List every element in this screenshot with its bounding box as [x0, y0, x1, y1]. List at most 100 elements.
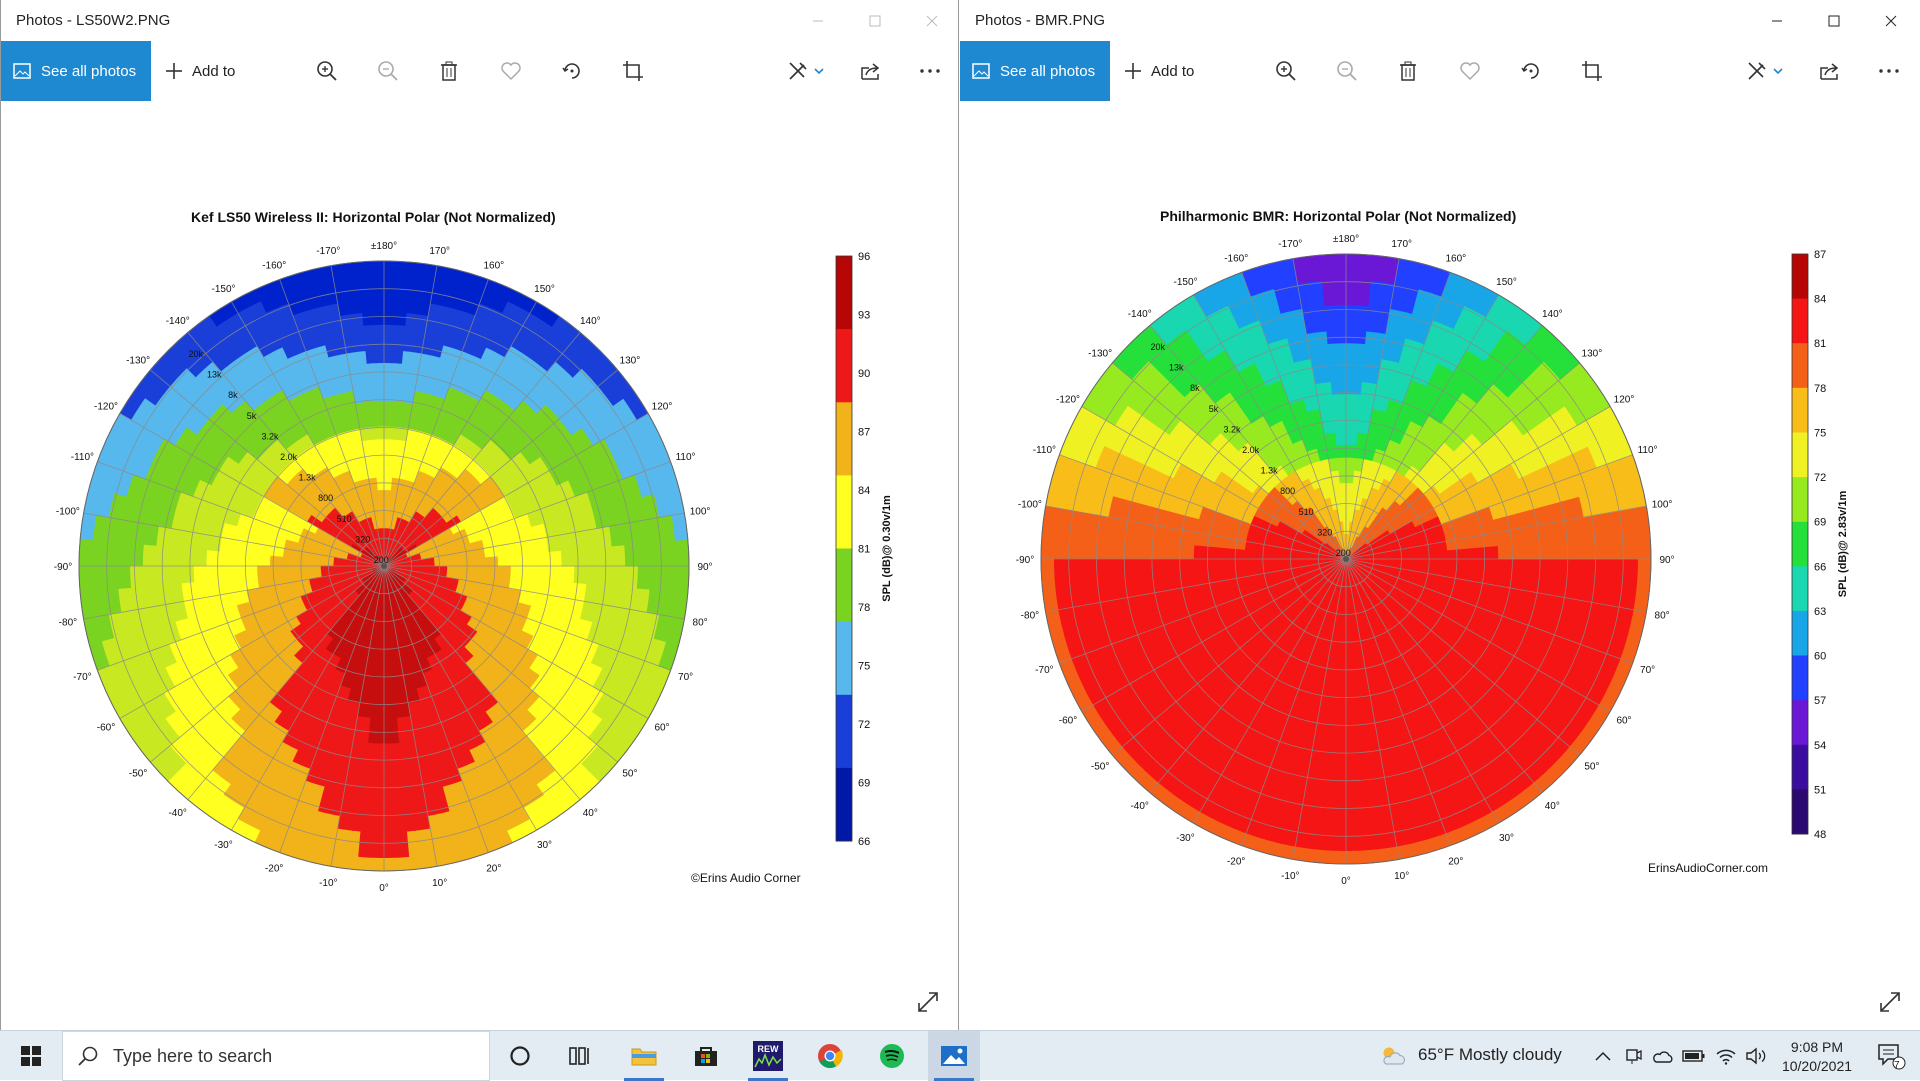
angle-label: 140°: [1542, 309, 1563, 320]
more-button[interactable]: [1865, 41, 1913, 101]
angle-label: -140°: [1128, 309, 1152, 320]
volume-icon[interactable]: [1742, 1031, 1770, 1081]
cortana-button[interactable]: [496, 1031, 544, 1081]
heatmap-cell: [1522, 542, 1537, 560]
heatmap-cell: [1316, 394, 1334, 410]
add-to-button[interactable]: Add to: [165, 41, 235, 101]
heatmap-cell: [91, 540, 106, 567]
close-button[interactable]: [1862, 0, 1919, 41]
see-all-photos-button[interactable]: See all photos: [1, 41, 151, 101]
frequency-label: 5k: [1209, 404, 1219, 414]
wifi-icon[interactable]: [1712, 1031, 1740, 1081]
crop-button[interactable]: [609, 41, 657, 101]
show-hidden-icons-button[interactable]: [1590, 1031, 1616, 1081]
heatmap-cell: [1180, 558, 1195, 574]
start-button[interactable]: [0, 1031, 62, 1081]
rotate-button[interactable]: [548, 41, 596, 101]
favorite-button[interactable]: [487, 41, 535, 101]
minimize-button[interactable]: [789, 0, 846, 41]
chrome-button[interactable]: [804, 1031, 856, 1081]
heatmap-cell: [193, 532, 210, 551]
frequency-label: 510: [1299, 507, 1314, 517]
more-button[interactable]: [906, 41, 954, 101]
colorbar-tick-label: 66: [858, 836, 870, 848]
heatmap-cell: [1520, 574, 1537, 593]
heatmap-cell: [1345, 482, 1353, 497]
meet-now-icon[interactable]: [1620, 1031, 1646, 1081]
share-button[interactable]: [846, 41, 894, 101]
crop-icon: [1582, 61, 1602, 81]
full-screen-button[interactable]: [914, 988, 942, 1016]
colorbar-tick-label: 84: [858, 485, 870, 497]
heatmap-cell: [1446, 558, 1461, 570]
see-all-photos-button[interactable]: See all photos: [960, 41, 1110, 101]
angle-label: 20°: [1448, 857, 1463, 868]
heatmap-cell: [1294, 554, 1309, 560]
heatmap-cell: [1421, 558, 1436, 568]
minimize-button[interactable]: [1748, 0, 1805, 41]
rotate-button[interactable]: [1507, 41, 1555, 101]
zoom-in-button[interactable]: [303, 41, 351, 101]
close-button[interactable]: [903, 0, 960, 41]
edit-dropdown-button[interactable]: [1736, 41, 1796, 101]
colorbar-tick-label: 69: [1814, 517, 1826, 529]
title-bar[interactable]: Photos - LS50W2.PNG: [1, 0, 958, 41]
colorbar-tick-label: 81: [858, 544, 870, 556]
photos-taskbar-button[interactable]: [928, 1031, 980, 1081]
weather-text[interactable]: 65°F Mostly cloudy: [1418, 1045, 1562, 1065]
rew-button[interactable]: REW: [742, 1031, 794, 1081]
heatmap-cell: [1520, 525, 1537, 544]
store-button[interactable]: [680, 1031, 732, 1081]
heatmap-cell: [256, 554, 271, 567]
add-to-button[interactable]: Add to: [1124, 41, 1194, 101]
file-explorer-button[interactable]: [618, 1031, 670, 1081]
heatmap-cell: [662, 540, 677, 567]
delete-button[interactable]: [1384, 41, 1432, 101]
full-screen-button[interactable]: [1876, 988, 1904, 1016]
angle-label: 50°: [622, 768, 637, 779]
heatmap-cell: [383, 349, 404, 364]
zoom-out-button[interactable]: [364, 41, 412, 101]
angle-label: -30°: [1176, 833, 1194, 844]
heatmap-cell: [535, 551, 550, 567]
heatmap-cell: [611, 565, 626, 588]
heatmap-cell: [1091, 558, 1106, 582]
share-button[interactable]: [1805, 41, 1853, 101]
clock[interactable]: 9:08 PM 10/20/2021: [1774, 1031, 1860, 1081]
battery-icon[interactable]: [1680, 1031, 1708, 1081]
onedrive-icon[interactable]: [1650, 1031, 1676, 1081]
crop-button[interactable]: [1568, 41, 1616, 101]
action-center-button[interactable]: 7: [1868, 1031, 1914, 1081]
delete-button[interactable]: [425, 41, 473, 101]
heatmap-cell: [383, 464, 394, 478]
zoom-in-button[interactable]: [1262, 41, 1310, 101]
zoom-out-button[interactable]: [1323, 41, 1371, 101]
heatmap-cell: [383, 476, 393, 491]
favorite-button[interactable]: [1446, 41, 1494, 101]
title-bar[interactable]: Photos - BMR.PNG: [960, 0, 1920, 41]
edit-create-icon: [789, 62, 824, 80]
colorbar-segment: [1792, 387, 1808, 433]
spotify-button[interactable]: [866, 1031, 918, 1081]
taskbar-search-box[interactable]: Type here to search: [62, 1031, 490, 1081]
heatmap-cell: [1345, 710, 1361, 725]
maximize-button[interactable]: [1805, 0, 1862, 41]
edit-dropdown-button[interactable]: [777, 41, 837, 101]
heatmap-cell: [1345, 748, 1365, 763]
task-view-button[interactable]: [556, 1031, 604, 1081]
angle-label: 170°: [429, 246, 450, 257]
heatmap-cell: [1345, 837, 1372, 852]
heatmap-cell: [350, 740, 369, 757]
trash-icon: [1400, 61, 1416, 81]
heatmap-cell: [1231, 548, 1246, 560]
polar-chart: 0° 10° 20° 30° 40° 50° 60° 70° 80° 90° 100° 110° 120…: [1016, 234, 1849, 887]
heatmap-cell: [533, 578, 549, 596]
heatmap-cell: [1533, 575, 1549, 595]
heatmap-cell: [1345, 735, 1363, 750]
maximize-button[interactable]: [846, 0, 903, 41]
heatmap-cell: [219, 578, 235, 596]
angle-label: 110°: [676, 452, 696, 463]
angle-label: -10°: [319, 878, 337, 889]
angle-label: -90°: [54, 562, 72, 573]
heatmap-cell: [399, 375, 418, 392]
